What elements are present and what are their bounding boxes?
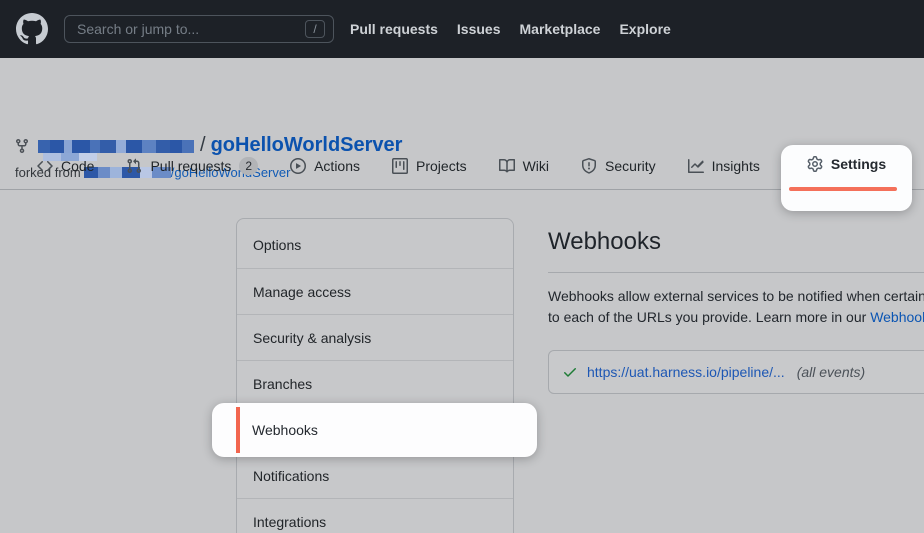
top-header: Search or jump to... / Pull requests Iss…: [0, 0, 924, 58]
tab-projects[interactable]: Projects: [376, 143, 483, 189]
nav-explore[interactable]: Explore: [619, 21, 670, 37]
active-item-accent-bar: [236, 407, 240, 453]
webhook-events-label: (all events): [797, 364, 865, 380]
webhooks-description: Webhooks allow external services to be n…: [548, 286, 924, 328]
tab-label: Code: [61, 158, 94, 174]
play-icon: [290, 158, 306, 174]
description-line-2: to each of the URLs you provide. Learn m…: [548, 307, 924, 328]
pull-requests-count-badge: 2: [239, 157, 258, 175]
global-nav: Pull requests Issues Marketplace Explore: [350, 21, 671, 37]
nav-pull-requests[interactable]: Pull requests: [350, 21, 438, 37]
github-logo-icon[interactable]: [16, 13, 48, 45]
search-placeholder: Search or jump to...: [77, 21, 305, 37]
repo-header: / goHelloWorldServer forked from /goHell…: [0, 58, 924, 143]
project-icon: [392, 158, 408, 174]
code-icon: [37, 158, 53, 174]
sidebar-item-manage-access[interactable]: Manage access: [237, 268, 513, 314]
title-divider: [548, 272, 924, 273]
webhook-entry-row: https://uat.harness.io/pipeline/... (all…: [548, 350, 924, 394]
description-line-1: Webhooks allow external services to be n…: [548, 286, 924, 307]
description-line-2-text: to each of the URLs you provide. Learn m…: [548, 309, 870, 325]
search-input[interactable]: Search or jump to... /: [64, 15, 334, 43]
tab-label: Pull requests: [150, 158, 231, 174]
settings-tab-spotlight: Settings: [781, 145, 912, 211]
tab-label: Actions: [314, 158, 360, 174]
sidebar-item-integrations[interactable]: Integrations: [237, 498, 513, 533]
active-tab-underline: [789, 187, 897, 191]
github-settings-page: Search or jump to... / Pull requests Iss…: [0, 0, 924, 533]
settings-sidebar: Options Manage access Security & analysi…: [236, 218, 514, 533]
tab-label: Wiki: [523, 158, 549, 174]
slash-shortcut-key: /: [305, 20, 325, 38]
graph-icon: [688, 158, 704, 174]
check-icon: [562, 364, 578, 380]
tab-pull-requests[interactable]: Pull requests 2: [110, 143, 274, 189]
tab-wiki[interactable]: Wiki: [483, 143, 565, 189]
webhooks-item-spotlight: Webhooks: [212, 403, 537, 457]
tab-security[interactable]: Security: [565, 143, 672, 189]
tab-code[interactable]: Code: [21, 143, 110, 189]
sidebar-item-webhooks-active[interactable]: Webhooks: [252, 403, 318, 457]
webhook-url-link[interactable]: https://uat.harness.io/pipeline/...: [587, 364, 785, 380]
sidebar-item-options[interactable]: Options: [237, 222, 513, 268]
webhooks-panel: Webhooks Webhooks allow external service…: [548, 226, 924, 394]
webhooks-guide-link[interactable]: Webhooks Guide: [870, 309, 924, 325]
shield-icon: [581, 158, 597, 174]
book-icon: [499, 158, 515, 174]
tab-label: Security: [605, 158, 656, 174]
sidebar-item-security-analysis[interactable]: Security & analysis: [237, 314, 513, 360]
tab-label: Insights: [712, 158, 760, 174]
gear-icon: [807, 156, 823, 172]
tab-label: Settings: [831, 156, 886, 172]
tab-insights[interactable]: Insights: [672, 143, 776, 189]
pull-request-icon: [126, 158, 142, 174]
tab-label: Projects: [416, 158, 467, 174]
page-title: Webhooks: [548, 226, 924, 257]
tab-settings[interactable]: Settings: [781, 156, 912, 172]
tab-actions[interactable]: Actions: [274, 143, 376, 189]
sidebar-item-notifications[interactable]: Notifications: [237, 452, 513, 498]
nav-issues[interactable]: Issues: [457, 21, 501, 37]
nav-marketplace[interactable]: Marketplace: [520, 21, 601, 37]
sidebar-item-branches[interactable]: Branches: [237, 360, 513, 406]
